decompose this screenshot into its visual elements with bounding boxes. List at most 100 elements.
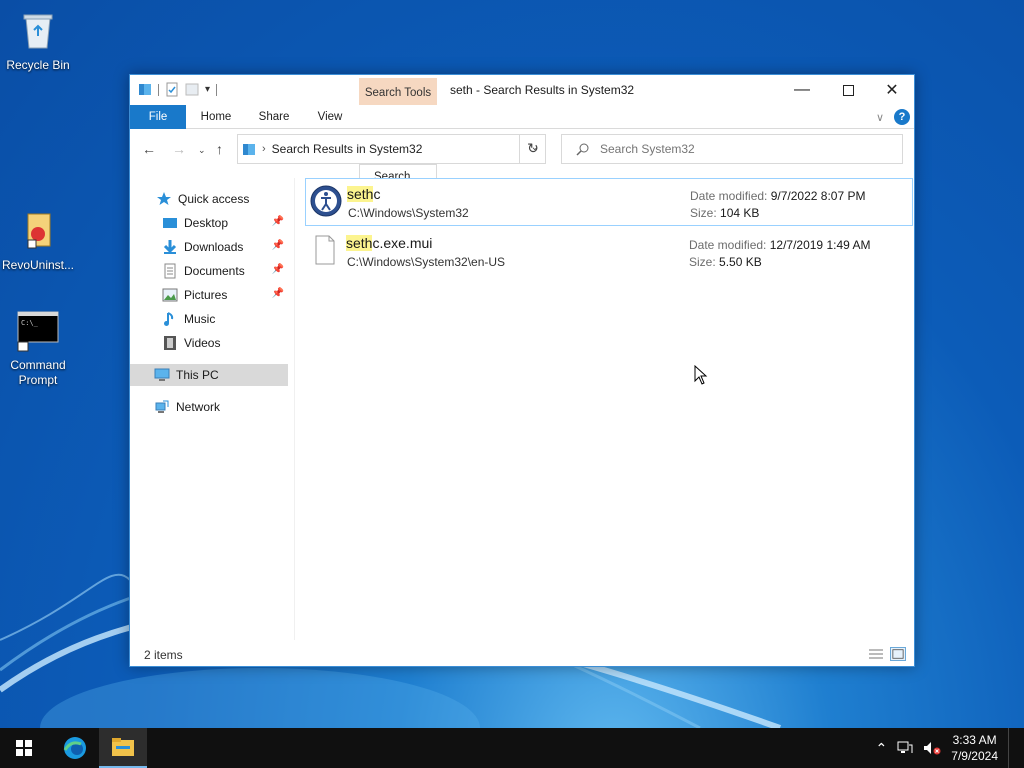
window-title: seth - Search Results in System32 <box>450 83 635 97</box>
show-hidden-icons-chevron-icon[interactable]: ⌃ <box>876 740 888 757</box>
file-size: Size: 104 KB <box>690 206 759 220</box>
refresh-button[interactable]: ↻ <box>519 134 546 164</box>
help-icon[interactable]: ? <box>894 109 910 125</box>
search-icon <box>576 143 589 156</box>
network-icon <box>155 400 169 413</box>
forward-arrow-icon[interactable]: → <box>172 141 186 157</box>
search-highlight: seth <box>346 235 373 251</box>
nav-item-pictures[interactable]: Pictures 📌 <box>130 284 288 306</box>
file-explorer-window: ▾ Search Tools seth - Search Results in … <box>129 74 915 667</box>
tab-file[interactable]: File <box>130 105 186 129</box>
document-icon <box>164 263 176 279</box>
nav-item-videos[interactable]: Videos <box>130 332 288 354</box>
large-icons-view-icon[interactable] <box>890 647 906 661</box>
details-view-icon[interactable] <box>868 647 884 661</box>
date-modified: Date modified: 9/7/2022 8:07 PM <box>690 189 865 203</box>
nav-item-label: Desktop <box>184 216 229 230</box>
search-box[interactable] <box>561 134 903 164</box>
taskbar-file-explorer-button[interactable] <box>99 728 147 768</box>
nav-item-label: Network <box>176 400 221 414</box>
file-path: C:\Windows\System32 <box>348 206 469 220</box>
file-size-value: 104 KB <box>720 206 760 220</box>
file-name[interactable]: sethc.exe.mui <box>346 235 432 251</box>
file-size-label: Size: <box>689 255 716 269</box>
network-status-icon[interactable] <box>897 741 913 755</box>
tab-home[interactable]: Home <box>192 105 240 129</box>
download-arrow-icon <box>163 240 177 254</box>
breadcrumb[interactable]: Search Results in System32 <box>272 142 423 156</box>
nav-item-network[interactable]: Network <box>130 396 288 418</box>
file-size-value: 5.50 KB <box>719 255 762 269</box>
toolbar-divider <box>158 83 159 96</box>
customize-toolbar-chevron-icon[interactable]: ▾ <box>205 84 210 95</box>
pin-icon[interactable]: 📌 <box>272 240 284 251</box>
pin-icon[interactable]: 📌 <box>272 288 284 299</box>
file-name[interactable]: sethc <box>347 186 380 202</box>
generic-file-icon <box>315 235 335 265</box>
list-item[interactable]: sethc.exe.mui C:\Windows\System32\en-US … <box>305 228 913 276</box>
start-button[interactable] <box>0 728 48 768</box>
tab-share[interactable]: Share <box>250 105 298 129</box>
desktop-icon-revo-uninstaller[interactable]: RevoUninst... <box>0 208 76 273</box>
speaker-muted-icon[interactable] <box>923 741 941 755</box>
title-bar[interactable]: ▾ Search Tools seth - Search Results in … <box>130 75 914 105</box>
maximize-icon <box>842 84 854 96</box>
nav-item-music[interactable]: Music <box>130 308 288 330</box>
close-button[interactable]: ✕ <box>869 75 915 105</box>
ribbon-tabs: File Home Share View Search ∨ ? <box>130 105 914 189</box>
quick-access-toolbar: ▾ <box>138 82 218 97</box>
maximize-button[interactable] <box>825 75 871 105</box>
toolbar-divider <box>216 83 218 96</box>
file-path: C:\Windows\System32\en-US <box>347 255 506 269</box>
file-explorer-icon <box>112 738 134 756</box>
date-modified-value: 9/7/2022 8:07 PM <box>770 189 866 203</box>
music-note-icon <box>164 312 174 326</box>
desktop-icon-command-prompt[interactable]: C:\_ Command Prompt <box>0 308 76 388</box>
show-desktop-button[interactable] <box>1008 728 1012 768</box>
pin-icon[interactable]: 📌 <box>272 216 284 227</box>
breadcrumb-chevron-icon[interactable]: › <box>262 143 266 155</box>
explorer-folder-icon[interactable] <box>138 82 152 97</box>
pin-icon[interactable]: 📌 <box>272 264 284 275</box>
computer-icon <box>154 368 170 381</box>
mouse-pointer-icon <box>694 365 708 385</box>
desktop-icon-label: Recycle Bin <box>6 58 70 72</box>
nav-item-documents[interactable]: Documents 📌 <box>130 260 288 282</box>
nav-item-label: Music <box>184 312 216 326</box>
properties-icon[interactable] <box>165 82 179 97</box>
back-arrow-icon[interactable]: ← <box>142 141 156 157</box>
recent-locations-chevron-icon[interactable]: ⌄ <box>198 145 206 156</box>
nav-item-desktop[interactable]: Desktop 📌 <box>130 212 288 234</box>
nav-item-quick-access[interactable]: Quick access <box>130 188 288 210</box>
date-modified-value: 12/7/2019 1:49 AM <box>769 238 871 252</box>
taskbar-clock[interactable]: 3:33 AM 7/9/2024 <box>951 732 998 764</box>
video-film-icon <box>164 336 176 350</box>
search-results-folder-icon <box>243 143 255 155</box>
tab-view[interactable]: View <box>306 105 354 129</box>
desktop-icon-label: RevoUninst... <box>1 258 75 272</box>
address-bar[interactable]: › Search Results in System32 ⌄ <box>237 134 546 164</box>
navigation-pane: Quick access Desktop 📌 Downloads 📌 Docum… <box>130 178 294 640</box>
revo-uninstaller-icon <box>27 213 51 249</box>
windows-logo-icon <box>16 740 32 756</box>
nav-item-label: Quick access <box>178 192 250 206</box>
expand-ribbon-chevron-icon[interactable]: ∨ <box>876 111 884 124</box>
list-item[interactable]: sethc C:\Windows\System32 Date modified:… <box>305 178 913 226</box>
nav-item-downloads[interactable]: Downloads 📌 <box>130 236 288 258</box>
up-arrow-icon[interactable]: ↑ <box>216 141 223 157</box>
command-prompt-icon: C:\_ <box>17 311 59 352</box>
minimize-button[interactable]: — <box>779 75 825 105</box>
taskbar-edge-button[interactable] <box>51 728 99 768</box>
edge-browser-icon <box>63 737 86 759</box>
taskbar: ⌃ 3:33 AM 7/9/2024 <box>0 728 1024 768</box>
search-highlight: seth <box>347 186 374 202</box>
search-input[interactable] <box>600 142 890 156</box>
new-folder-icon[interactable] <box>185 82 199 97</box>
desktop-icon-recycle-bin[interactable]: Recycle Bin <box>0 8 76 73</box>
status-item-count: 2 items <box>144 648 183 662</box>
view-switcher <box>868 647 906 661</box>
pane-divider[interactable] <box>294 178 295 640</box>
search-tools-context-label: Search Tools <box>359 78 437 105</box>
nav-item-this-pc[interactable]: This PC <box>130 364 288 386</box>
clock-time: 3:33 AM <box>952 733 997 747</box>
